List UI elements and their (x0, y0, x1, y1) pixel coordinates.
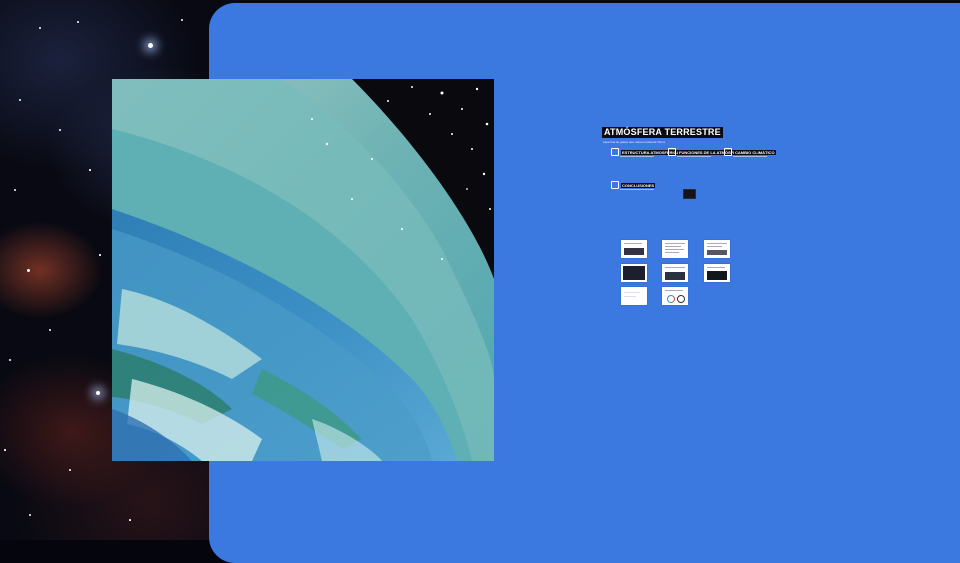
star-dot (77, 21, 79, 23)
topic-label: CONCLUSIONES (621, 182, 656, 188)
star-dot (99, 254, 101, 256)
slide-thumbnail[interactable] (704, 240, 730, 258)
star-dot (19, 99, 21, 101)
wordpress-icon (677, 295, 685, 303)
shield-icon (668, 148, 676, 156)
presentation-subtitle: capa fina de gases que rodea el planeta … (603, 140, 665, 144)
star-dot (129, 519, 131, 521)
topic-cambio[interactable]: CAMBIO CLIMÁTICO (724, 148, 776, 157)
slide-thumbnail[interactable] (704, 264, 730, 282)
topic-divider (677, 156, 711, 157)
star-dot (26, 268, 30, 272)
topic-divider (620, 156, 654, 157)
note-icon (611, 181, 619, 189)
topic-label: CAMBIO CLIMÁTICO (734, 149, 776, 155)
slide-thumbnail[interactable] (662, 240, 688, 258)
star-dot (89, 169, 91, 171)
star-dot (49, 329, 51, 331)
star-dot (9, 359, 11, 361)
slide-thumbnail[interactable] (662, 264, 688, 282)
slide-thumbnail[interactable] (621, 240, 647, 258)
slide-thumbnail[interactable] (621, 287, 647, 305)
thermometer-icon (724, 148, 732, 156)
topic-divider (733, 156, 767, 157)
star-dot (96, 391, 100, 395)
google-icon (667, 295, 675, 303)
star-dot (181, 19, 183, 21)
star-dot (4, 449, 6, 451)
star-dot (59, 129, 61, 131)
star-dot (39, 27, 41, 29)
topic-divider (620, 189, 654, 190)
star-dot (29, 514, 31, 516)
star-dot (147, 42, 153, 48)
star-dot (14, 189, 16, 191)
layers-icon (611, 148, 619, 156)
earth-watercolor-image (112, 79, 494, 461)
presentation-title[interactable]: ATMÓSFERA TERRESTRE (602, 127, 723, 138)
slide-thumbnail[interactable] (662, 287, 688, 305)
slide-thumbnail[interactable] (621, 264, 647, 282)
topic-conclusiones[interactable]: CONCLUSIONES (611, 181, 656, 190)
media-thumbnail[interactable] (683, 189, 696, 199)
star-dot (69, 469, 71, 471)
